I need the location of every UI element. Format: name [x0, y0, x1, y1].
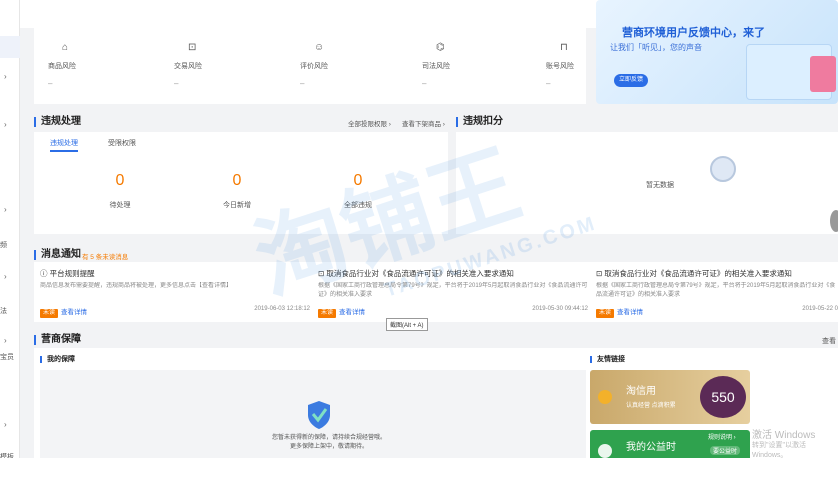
unread-count: 有 5 条未读消息: [82, 254, 129, 261]
bottom-bar: [0, 458, 838, 479]
guarantee-card: 我的保障 您暂未获得新的保障，请持续合规经营哦。 更多保障上架中，敬请期待。: [34, 348, 618, 458]
message-title: 取消食品行业对《食品流通许可证》的相关准入要求通知: [604, 269, 792, 278]
unread-badge: 未读: [318, 309, 337, 318]
risk-item-trade[interactable]: ⊡ 交易风险 –: [174, 42, 254, 88]
chevron-right-icon[interactable]: ›: [4, 120, 7, 129]
all-label: 全部违规: [344, 202, 372, 209]
chevron-right-icon[interactable]: ›: [4, 205, 7, 214]
violation-card: 违规处理 受限权限 0 待处理 0 今日新增 0 全部违规: [34, 132, 448, 234]
sidebar-label: 宝员: [0, 354, 14, 361]
guarantee-text-line: 您暂未获得新的保障，请持续合规经营哦。: [271, 435, 386, 441]
windows-activation-text: 转到"设置"以激活 Windows。: [752, 442, 806, 459]
court-icon: ⌬: [436, 42, 445, 53]
risk-item-judicial[interactable]: ⌬ 司法风险 –: [422, 42, 502, 88]
credit-icon: [598, 390, 612, 404]
charity-button[interactable]: 要公益时: [710, 446, 741, 455]
violation-title: 违规处理: [34, 117, 81, 127]
risk-item-review[interactable]: ☺ 评价风险 –: [300, 42, 380, 88]
info-icon: ⓘ: [40, 269, 50, 278]
unread-badge: 未读: [40, 309, 59, 318]
all-count[interactable]: 0: [338, 172, 378, 190]
credit-name: 淘信用: [626, 386, 656, 397]
tab-restricted[interactable]: 受限权限: [108, 138, 136, 148]
friend-links-title: 友情链接: [590, 356, 625, 363]
rules-link[interactable]: 规则说明 ›: [708, 432, 736, 441]
trade-icon: ⊡: [188, 42, 197, 53]
message-title: 平台规则提醒: [49, 269, 95, 278]
lock-icon: ⊓: [560, 42, 568, 53]
guarantee-text-line: 更多保障上架中，敬请期待。: [289, 444, 368, 450]
all-permissions-link[interactable]: 全部投限权限 ›: [348, 118, 391, 128]
comment-icon: ☺: [314, 42, 325, 53]
guarantee-title: 营商保障: [34, 335, 81, 345]
chevron-right-icon[interactable]: ›: [4, 420, 7, 429]
credit-slogan: 认真经营 点滴积累: [626, 403, 676, 409]
left-sidebar: › › › 频 › 法 › 宝员 › 模板: [0, 0, 20, 479]
today-label: 今日新增: [223, 202, 251, 209]
chevron-right-icon[interactable]: ›: [4, 272, 7, 281]
message-date: 2019-05-22 0: [802, 306, 838, 312]
charity-icon: [598, 444, 612, 458]
risk-item-goods[interactable]: ⌂ 商品风险 –: [48, 42, 128, 88]
view-more-link[interactable]: 查看: [822, 336, 836, 346]
today-count[interactable]: 0: [217, 172, 257, 190]
risk-value: –: [422, 79, 427, 88]
windows-activation-title: 激活 Windows: [752, 430, 816, 441]
message-date: 2019-06-03 12:18:12: [254, 306, 310, 312]
charity-promo[interactable]: 我的公益时 规则说明 › 要公益时: [590, 430, 750, 458]
messages-card: ⓘ 平台规则提醒 商品信息发布需要提醒，违规商品将被处理，更多信息点击【查看详情…: [34, 262, 838, 322]
charity-name: 我的公益时: [626, 442, 676, 453]
message-desc: 根据《国家工商行政管理总局令第79号》规定，平台将于2019年5月起取消食品行业…: [318, 283, 588, 298]
chevron-right-icon[interactable]: ›: [4, 336, 7, 345]
risk-item-account[interactable]: ⊓ 账号风险 –: [546, 42, 626, 88]
deduction-card: 暂无数据: [456, 132, 838, 234]
banner-title: 营商环境用户反馈中心，来了: [622, 27, 765, 39]
unread-badge: 未读: [596, 309, 615, 318]
guarantee-empty-text: 您暂未获得新的保障，请持续合规经营哦。 更多保障上架中，敬请期待。: [40, 434, 618, 452]
floating-scroll-handle[interactable]: [830, 210, 838, 232]
feedback-banner[interactable]: 营商环境用户反馈中心，来了 让我们「听见」，您的声音 立即反馈: [596, 0, 838, 104]
risk-value: –: [48, 79, 53, 88]
banner-illustration-figure: [810, 56, 836, 92]
risk-value: –: [174, 79, 179, 88]
my-guarantee-title: 我的保障: [40, 356, 75, 363]
risk-label: 司法风险: [422, 63, 450, 70]
risk-value: –: [546, 79, 551, 88]
risk-value: –: [300, 79, 305, 88]
sidebar-label: 法: [0, 308, 7, 315]
message-date: 2019-05-30 09:44:12: [532, 306, 588, 312]
risk-label: 商品风险: [48, 63, 76, 70]
bag-icon: ⌂: [62, 42, 69, 53]
pending-label: 待处理: [109, 202, 131, 209]
shield-icon: [308, 401, 330, 429]
view-details-link[interactable]: 查看详情: [61, 309, 87, 316]
message-desc: 根据《国家工商行政管理总局令第79号》规定，平台将于2019年5月起取消食品行业…: [596, 283, 836, 298]
deduction-title: 违规扣分: [456, 117, 503, 127]
risk-label: 交易风险: [174, 63, 202, 70]
risk-label: 账号风险: [546, 63, 574, 70]
credit-promo[interactable]: 淘信用 认真经营 点滴积累 550: [590, 370, 750, 424]
messages-title: 消息通知: [34, 250, 81, 260]
screenshot-tooltip: 截图(Alt + A): [386, 318, 428, 331]
message-item[interactable]: ⊡ 取消食品行业对《食品流通许可证》的相关准入要求通知 根据《国家工商行政管理总…: [318, 268, 588, 318]
empty-robot-icon: [710, 156, 736, 182]
chevron-right-icon[interactable]: ›: [4, 72, 7, 81]
removed-goods-link[interactable]: 查看下架商品 ›: [402, 118, 445, 128]
view-details-link[interactable]: 查看详情: [339, 309, 365, 316]
message-item[interactable]: ⓘ 平台规则提醒 商品信息发布需要提醒，违规商品将被处理，更多信息点击【查看详情…: [40, 268, 310, 318]
message-item[interactable]: ⊡ 取消食品行业对《食品流通许可证》的相关准入要求通知 根据《国家工商行政管理总…: [596, 268, 838, 318]
risk-overview-card: ⌂ 商品风险 – ⊡ 交易风险 – ☺ 评价风险 – ⌬ 司法风险 – ⊓ 账号…: [34, 28, 586, 104]
risk-label: 评价风险: [300, 63, 328, 70]
empty-text: 暂无数据: [646, 182, 674, 189]
message-title: 取消食品行业对《食品流通许可证》的相关准入要求通知: [326, 269, 514, 278]
view-details-link[interactable]: 查看详情: [617, 309, 643, 316]
message-desc: 商品信息发布需要提醒，违规商品将被处理，更多信息点击【查看详情】: [40, 283, 233, 289]
tab-violation[interactable]: 违规处理: [50, 138, 78, 152]
sidebar-selected-item[interactable]: [0, 36, 20, 58]
sidebar-label: 频: [0, 242, 7, 249]
credit-score: 550: [700, 376, 746, 418]
pending-count[interactable]: 0: [100, 172, 140, 190]
guarantee-empty-panel: 您暂未获得新的保障，请持续合规经营哦。 更多保障上架中，敬请期待。: [40, 370, 618, 458]
